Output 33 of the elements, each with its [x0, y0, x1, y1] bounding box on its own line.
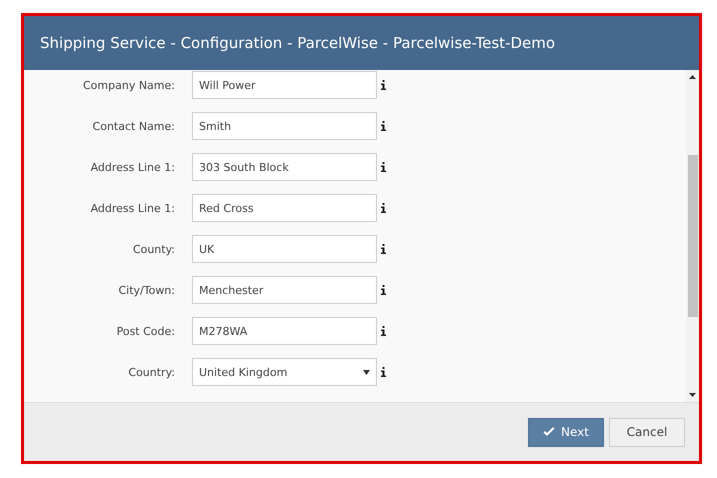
scrollbar[interactable]	[686, 70, 699, 402]
text-field[interactable]: 303 South Block	[192, 153, 377, 181]
field-label: Country:	[127, 366, 175, 378]
scroll-up-icon[interactable]	[689, 75, 696, 79]
dropdown-field[interactable]: United Kingdom	[192, 358, 377, 386]
text-field[interactable]: M278WA	[192, 317, 377, 345]
field-label: County:	[132, 242, 175, 256]
caret-icon	[363, 370, 370, 374]
scroll-down-icon[interactable]	[689, 393, 696, 397]
info-icon[interactable]	[381, 326, 386, 336]
field-label: Post Code:	[116, 324, 175, 338]
text-field[interactable]: Will Power	[192, 71, 377, 99]
field-label: Company Name:	[82, 78, 175, 92]
info-icon[interactable]	[381, 244, 386, 254]
info-icon[interactable]	[381, 285, 386, 295]
cancel-button[interactable]: Cancel	[609, 418, 685, 446]
next-button[interactable]: Next	[528, 418, 604, 446]
info-icon[interactable]	[381, 367, 386, 377]
info-icon[interactable]	[381, 80, 386, 90]
text-field[interactable]: Menchester	[192, 276, 377, 304]
text-field[interactable]: Smith	[192, 112, 377, 140]
text-field[interactable]: Red Cross	[192, 194, 377, 222]
field-label: City/Town:	[117, 284, 175, 296]
checkmark-icon	[543, 427, 556, 437]
info-icon[interactable]	[381, 162, 386, 172]
info-icon[interactable]	[381, 121, 386, 131]
field-label: Contact Name:	[92, 120, 175, 132]
scrollbar-thumb[interactable]	[688, 155, 698, 317]
info-icon[interactable]	[381, 203, 386, 213]
text-field[interactable]: UK	[192, 235, 377, 263]
field-label: Address Line 1:	[90, 202, 175, 214]
field-label: Address Line 1:	[90, 160, 175, 174]
window-title: Shipping Service - Configuration - ParcelWise - Parcelwise-Test-Demo	[40, 34, 556, 52]
